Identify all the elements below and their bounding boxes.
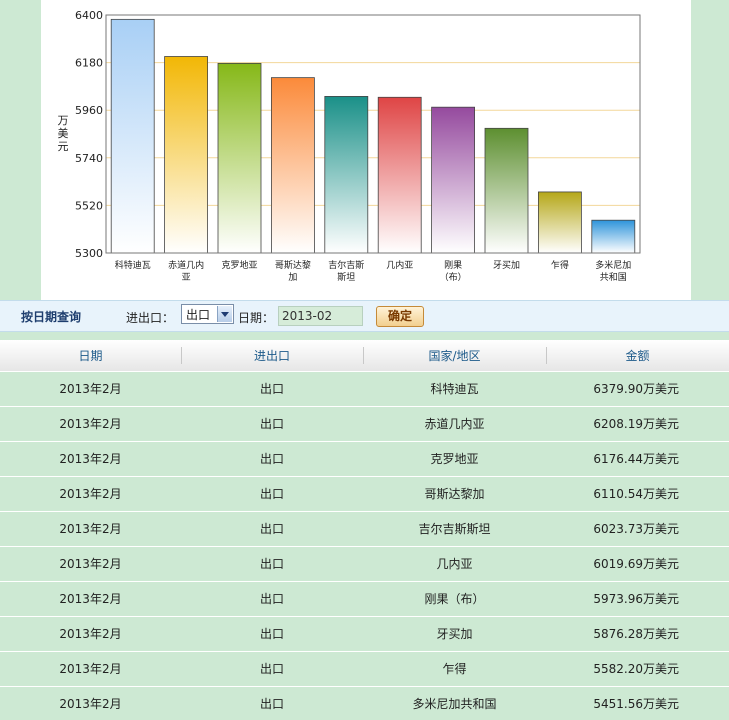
cell-amount: 6110.54万美元	[546, 475, 729, 511]
bar[interactable]	[324, 96, 369, 254]
cell-country: 吉尔吉斯斯坦	[363, 510, 546, 546]
bar[interactable]	[217, 62, 262, 254]
cell-country: 哥斯达黎加	[363, 475, 546, 511]
cell-direction: 出口	[181, 440, 363, 476]
column-header-country[interactable]: 国家/地区	[363, 340, 546, 371]
y-tick-label: 6400	[75, 9, 103, 22]
column-header-direction[interactable]: 进出口	[181, 340, 363, 371]
table-row: 2013年2月 出口 刚果（布） 5973.96万美元	[0, 580, 729, 616]
bar[interactable]	[431, 106, 476, 254]
table-row: 2013年2月 出口 乍得 5582.20万美元	[0, 650, 729, 686]
x-tick-label: 吉尔吉斯斯坦	[328, 259, 364, 283]
table-row: 2013年2月 出口 科特迪瓦 6379.90万美元	[0, 370, 729, 406]
table-row: 2013年2月 出口 牙买加 5876.28万美元	[0, 615, 729, 651]
x-tick-label: 几内亚	[386, 259, 413, 271]
cell-date: 2013年2月	[0, 545, 181, 581]
y-tick-label: 5960	[75, 104, 103, 117]
date-query-bar: 按日期查询 进出口： 出口 日期： 2013-02 确定	[0, 300, 729, 332]
cell-direction: 出口	[181, 580, 363, 616]
cell-amount: 6176.44万美元	[546, 440, 729, 476]
bar[interactable]	[270, 77, 315, 254]
table-header-row: 日期 进出口 国家/地区 金额	[0, 340, 729, 371]
column-header-amount[interactable]: 金额	[546, 340, 729, 371]
x-tick-label: 克罗地亚	[221, 259, 257, 271]
bar[interactable]	[537, 191, 582, 254]
cell-amount: 5973.96万美元	[546, 580, 729, 616]
table-row: 2013年2月 出口 几内亚 6019.69万美元	[0, 545, 729, 581]
cell-amount: 5451.56万美元	[546, 685, 729, 720]
date-label: 日期：	[238, 311, 275, 325]
cell-direction: 出口	[181, 615, 363, 651]
cell-date: 2013年2月	[0, 615, 181, 651]
cell-direction: 出口	[181, 685, 363, 720]
x-tick-label: 科特迪瓦	[115, 259, 151, 271]
table-row: 2013年2月 出口 哥斯达黎加 6110.54万美元	[0, 475, 729, 511]
cell-direction: 出口	[181, 510, 363, 546]
results-table: 日期 进出口 国家/地区 金额 2013年2月 出口 科特迪瓦 6379.90万…	[0, 340, 729, 720]
cell-country: 克罗地亚	[363, 440, 546, 476]
table-row: 2013年2月 出口 吉尔吉斯斯坦 6023.73万美元	[0, 510, 729, 546]
cell-direction: 出口	[181, 405, 363, 441]
direction-select[interactable]: 出口	[181, 304, 234, 324]
cell-direction: 出口	[181, 370, 363, 406]
y-axis-label: 万美元	[58, 114, 69, 153]
cell-date: 2013年2月	[0, 440, 181, 476]
direction-label: 进出口：	[126, 311, 175, 325]
bar[interactable]	[484, 127, 529, 254]
cell-date: 2013年2月	[0, 685, 181, 720]
cell-country: 刚果（布）	[363, 580, 546, 616]
bar[interactable]	[164, 56, 208, 254]
cell-country: 乍得	[363, 650, 546, 686]
x-tick-label: 牙买加	[493, 260, 520, 271]
column-header-date[interactable]: 日期	[0, 340, 181, 371]
cell-date: 2013年2月	[0, 475, 181, 511]
cell-date: 2013年2月	[0, 370, 181, 406]
y-tick-label: 5520	[75, 199, 103, 212]
bar-chart: 6400 6180 5960 5740 5520 5300 科特迪瓦 赤道几内亚 克罗地亚 哥斯达…	[58, 9, 641, 283]
cell-country: 牙买加	[363, 615, 546, 651]
cell-direction: 出口	[181, 475, 363, 511]
chevron-down-icon[interactable]	[217, 306, 232, 322]
table-row: 2013年2月 出口 赤道几内亚 6208.19万美元	[0, 405, 729, 441]
cell-date: 2013年2月	[0, 510, 181, 546]
table-row: 2013年2月 出口 克罗地亚 6176.44万美元	[0, 440, 729, 476]
query-title: 按日期查询	[21, 310, 82, 324]
cell-amount: 6019.69万美元	[546, 545, 729, 581]
cell-direction: 出口	[181, 545, 363, 581]
cell-date: 2013年2月	[0, 405, 181, 441]
x-tick-label: 乍得	[551, 259, 569, 271]
x-tick-label: 刚果（布）	[440, 260, 467, 283]
cell-country: 科特迪瓦	[363, 370, 546, 406]
bar[interactable]	[377, 96, 422, 254]
table-row: 2013年2月 出口 多米尼加共和国 5451.56万美元	[0, 685, 729, 720]
cell-date: 2013年2月	[0, 650, 181, 686]
cell-country: 几内亚	[363, 545, 546, 581]
cell-amount: 5582.20万美元	[546, 650, 729, 686]
cell-amount: 6379.90万美元	[546, 370, 729, 406]
cell-amount: 6208.19万美元	[546, 405, 729, 441]
cell-country: 多米尼加共和国	[363, 685, 546, 720]
chart-panel: 6400 6180 5960 5740 5520 5300 科特迪瓦 赤道几内亚 克罗地亚 哥斯达…	[41, 0, 691, 300]
y-tick-label: 5300	[75, 247, 103, 260]
bar[interactable]	[591, 219, 636, 254]
x-tick-label: 赤道几内亚	[168, 259, 204, 283]
y-tick-label: 6180	[75, 57, 103, 70]
cell-direction: 出口	[181, 650, 363, 686]
cell-amount: 6023.73万美元	[546, 510, 729, 546]
cell-country: 赤道几内亚	[363, 405, 546, 441]
bar[interactable]	[110, 18, 155, 254]
cell-date: 2013年2月	[0, 580, 181, 616]
x-tick-label: 哥斯达黎加	[275, 259, 311, 283]
cell-amount: 5876.28万美元	[546, 615, 729, 651]
confirm-button[interactable]: 确定	[376, 306, 424, 327]
date-input[interactable]: 2013-02	[278, 306, 363, 326]
x-tick-label: 多米尼加共和国	[595, 259, 631, 283]
bars	[110, 18, 636, 254]
y-tick-label: 5740	[75, 152, 103, 165]
direction-selected-value: 出口	[186, 308, 211, 322]
